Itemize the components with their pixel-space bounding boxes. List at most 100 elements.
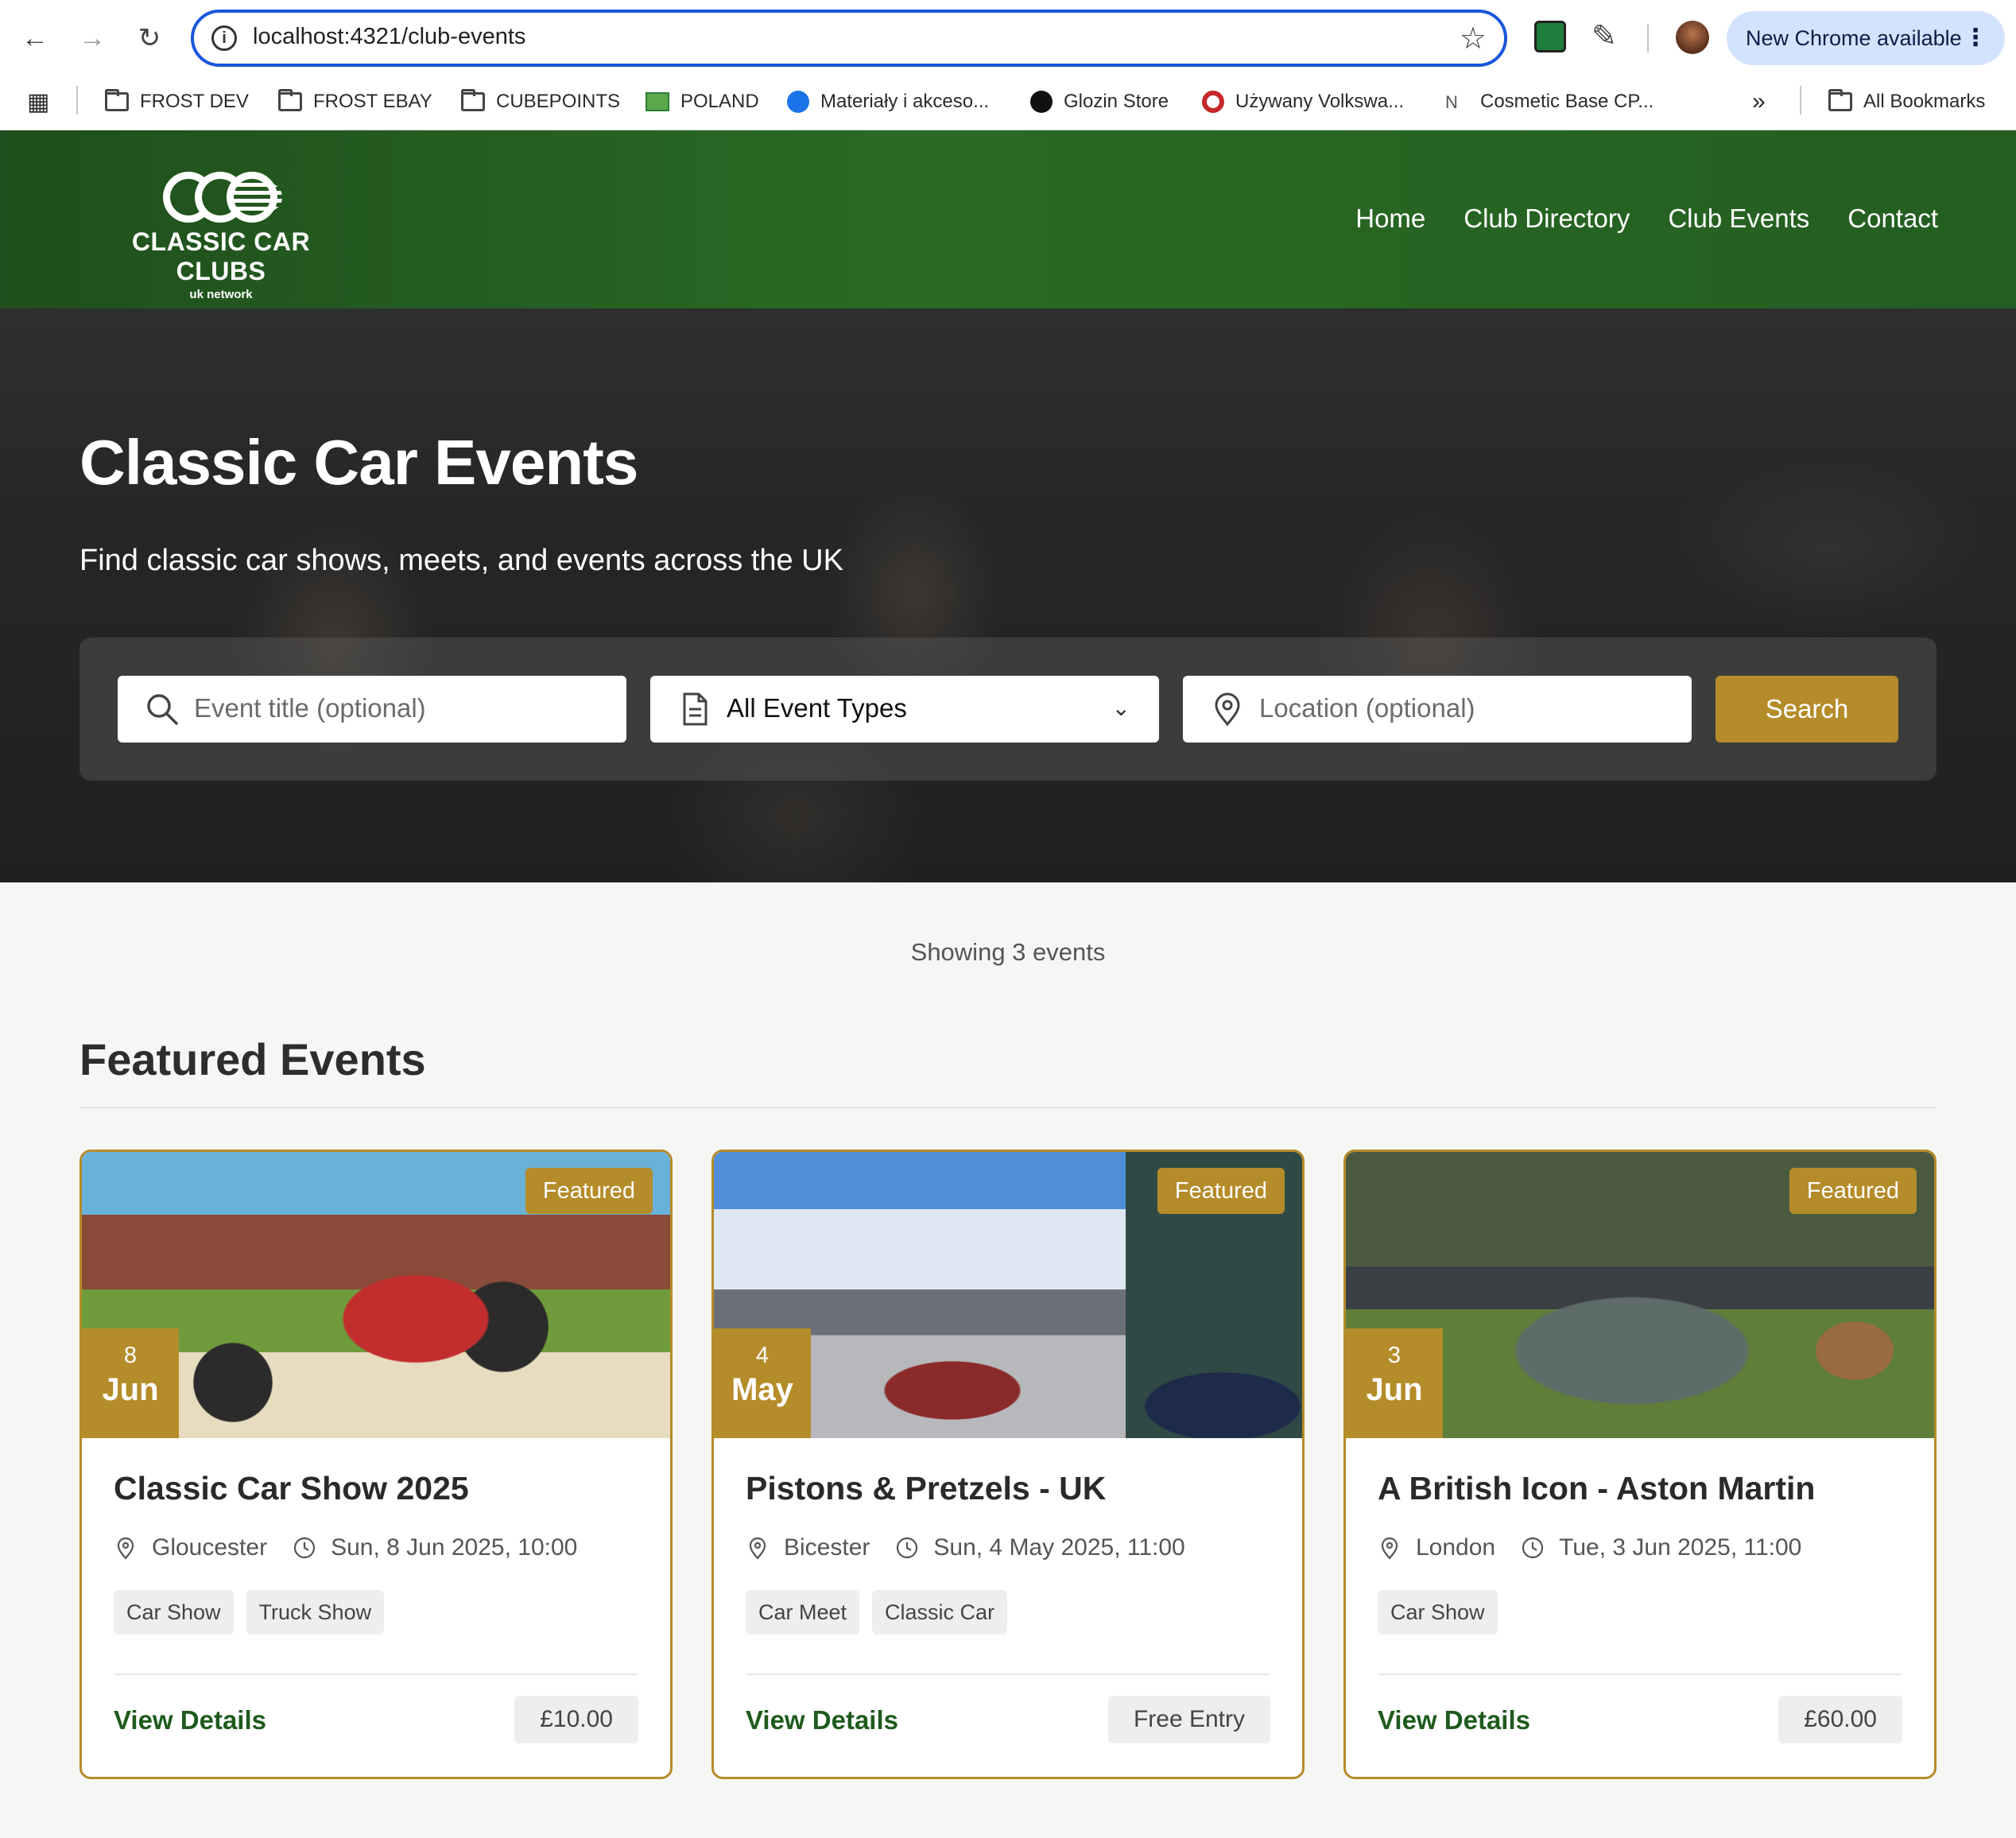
bookmark-glozin-store[interactable]: Glozin Store [1030, 84, 1169, 119]
nav-contact-link[interactable]: Contact [1847, 204, 1938, 234]
featured-events-heading: Featured Events [79, 1034, 426, 1084]
nav-club-events-link[interactable]: Club Events [1668, 204, 1809, 234]
event-price: Free Entry [1107, 1696, 1270, 1743]
event-day: 3 [1387, 1343, 1402, 1368]
event-datetime: Sun, 4 May 2025, 11:00 [933, 1534, 1185, 1561]
event-type-selected: All Event Types [727, 693, 907, 723]
event-meta: London Tue, 3 Jun 2025, 11:00 [1378, 1534, 1902, 1561]
event-meta: Gloucester Sun, 8 Jun 2025, 10:00 [114, 1534, 638, 1561]
bookmark-all-bookmarks[interactable]: All Bookmarks [1828, 84, 1985, 119]
bookmarks-divider [76, 86, 78, 114]
profile-avatar[interactable] [1676, 21, 1709, 54]
cosmetic-favicon-icon: N [1445, 92, 1458, 112]
clock-icon [897, 1537, 918, 1559]
event-tag: Car Meet [746, 1590, 860, 1634]
bookmark-cosmetic-base[interactable]: N Cosmetic Base CP... [1445, 84, 1654, 119]
map-pin-icon [749, 1537, 766, 1560]
event-card-body: Pistons & Pretzels - UK Bicester Sun, 4 … [746, 1438, 1270, 1634]
reload-icon[interactable]: ↻ [130, 19, 169, 57]
clock-icon [1522, 1537, 1544, 1559]
event-title-input[interactable]: Event title (optional) [118, 676, 626, 743]
bookmark-frost-ebay[interactable]: FROST EBAY [278, 84, 432, 119]
hero-section: Classic Car Events Find classic car show… [0, 308, 2016, 882]
event-date-badge: 4 May [714, 1328, 811, 1438]
event-title[interactable]: A British Icon - Aston Martin [1378, 1470, 1902, 1507]
nav-club-directory-link[interactable]: Club Directory [1464, 204, 1630, 234]
event-tags: Car Show Truck Show [114, 1590, 638, 1634]
main-nav: Home Club Directory Club Events Contact [1355, 204, 1938, 234]
event-tags: Car Show [1378, 1590, 1902, 1634]
search-button[interactable]: Search [1716, 676, 1898, 743]
view-details-link[interactable]: View Details [1378, 1705, 1530, 1735]
back-arrow-icon[interactable]: ← [16, 19, 54, 57]
location-input[interactable]: Location (optional) [1183, 676, 1692, 743]
materialy-favicon-icon [787, 91, 809, 113]
map-pin-icon [1215, 692, 1240, 727]
event-tag: Truck Show [246, 1590, 385, 1634]
event-location: Gloucester [152, 1534, 268, 1561]
bookmarks-bar: ▦ FROST DEV FROST EBAY CUBEPOINTS POLAND… [0, 76, 2016, 130]
bookmark-star-icon[interactable]: ☆ [1460, 21, 1487, 56]
event-month: May [731, 1372, 793, 1407]
chrome-update-button[interactable]: New Chrome available ⋮ [1727, 11, 2005, 65]
extensions-puzzle-icon[interactable]: ✎ [1591, 21, 1623, 52]
hero-background-image [0, 308, 2016, 882]
site-logo[interactable]: CLASSIC CAR CLUBS uk network [94, 169, 348, 301]
bookmarks-divider [1800, 86, 1801, 114]
event-location: Bicester [784, 1534, 870, 1561]
event-tag: Classic Car [872, 1590, 1008, 1634]
volkswagen-favicon-icon [1202, 91, 1224, 113]
event-tag: Car Show [114, 1590, 234, 1634]
results-count: Showing 3 events [910, 938, 1106, 966]
browser-chrome: ← → ↻ i localhost:4321/club-events ☆ ✎ N… [0, 0, 2016, 130]
folder-icon [278, 89, 302, 111]
event-card[interactable]: Featured 8 Jun Classic Car Show 2025 Glo… [79, 1150, 673, 1779]
bookmark-cubepoints[interactable]: CUBEPOINTS [461, 84, 620, 119]
event-card-body: Classic Car Show 2025 Gloucester Sun, 8 … [114, 1438, 638, 1634]
glozin-favicon-icon [1030, 91, 1053, 113]
site-info-icon[interactable]: i [211, 25, 237, 51]
bookmark-poland[interactable]: POLAND [646, 84, 759, 119]
apps-grid-icon[interactable]: ▦ [27, 84, 49, 119]
event-title[interactable]: Pistons & Pretzels - UK [746, 1470, 1270, 1507]
chevron-down-icon: ⌄ [1111, 696, 1130, 720]
event-datetime: Tue, 3 Jun 2025, 11:00 [1559, 1534, 1802, 1561]
logo-subtitle: uk network [189, 288, 253, 301]
event-type-select[interactable]: All Event Types ⌄ [650, 676, 1159, 743]
event-date-badge: 8 Jun [82, 1328, 179, 1438]
view-details-link[interactable]: View Details [746, 1705, 898, 1735]
bookmark-materialy[interactable]: Materiały i akceso... [787, 84, 989, 119]
event-meta: Bicester Sun, 4 May 2025, 11:00 [746, 1534, 1270, 1561]
event-title[interactable]: Classic Car Show 2025 [114, 1470, 638, 1507]
download-extension-icon[interactable] [1534, 21, 1566, 52]
event-card-body: A British Icon - Aston Martin London Tue… [1378, 1438, 1902, 1634]
logo-title: CLASSIC CAR CLUBS [131, 227, 311, 285]
more-menu-icon[interactable]: ⋮ [1964, 11, 1987, 65]
featured-badge: Featured [1157, 1168, 1285, 1214]
forward-arrow-icon[interactable]: → [73, 19, 111, 57]
browser-toolbar: ← → ↻ i localhost:4321/club-events ☆ ✎ N… [0, 0, 2016, 76]
event-day: 4 [755, 1343, 770, 1368]
address-bar[interactable]: i localhost:4321/club-events ☆ [191, 10, 1507, 67]
toolbar-divider [1647, 24, 1649, 52]
folder-icon [461, 89, 485, 111]
view-details-link[interactable]: View Details [114, 1705, 266, 1735]
map-pin-icon [117, 1537, 134, 1560]
event-title-placeholder: Event title (optional) [194, 693, 426, 723]
search-icon [147, 694, 178, 725]
more-bookmarks-chevron-icon[interactable]: » [1752, 84, 1766, 119]
update-label: New Chrome available [1746, 26, 1962, 50]
bookmark-frost-dev[interactable]: FROST DEV [105, 84, 249, 119]
featured-badge: Featured [1789, 1168, 1917, 1214]
event-card[interactable]: Featured 4 May Pistons & Pretzels - UK B… [711, 1150, 1305, 1779]
bookmark-uzywany-volkswagen[interactable]: Używany Volkswa... [1202, 84, 1404, 119]
folder-icon [1828, 89, 1852, 111]
folder-icon [105, 89, 129, 111]
card-divider [114, 1673, 638, 1675]
event-location: London [1416, 1534, 1496, 1561]
event-card[interactable]: Featured 3 Jun A British Icon - Aston Ma… [1343, 1150, 1937, 1779]
url-text: localhost:4321/club-events [253, 24, 526, 49]
nav-home-link[interactable]: Home [1355, 204, 1425, 234]
location-placeholder: Location (optional) [1259, 693, 1475, 723]
event-tag: Car Show [1378, 1590, 1498, 1634]
